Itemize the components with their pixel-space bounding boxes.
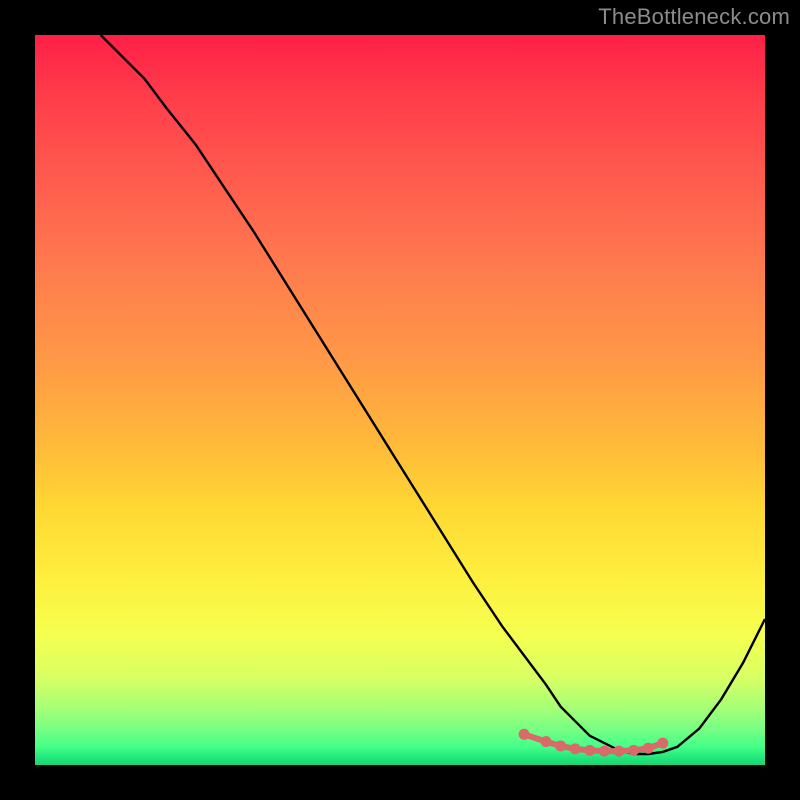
bottleneck-curve [101,35,765,754]
plot-area [35,35,765,765]
marker-dot [643,743,654,754]
marker-dot [519,729,530,740]
marker-dot [628,745,639,756]
marker-group [519,729,669,757]
curve-layer [35,35,765,765]
marker-dot [570,743,581,754]
marker-dot [657,738,668,749]
marker-dot [541,736,552,747]
marker-dot [555,741,566,752]
chart-frame: TheBottleneck.com [0,0,800,800]
watermark-text: TheBottleneck.com [598,4,790,30]
marker-dot [614,746,625,757]
marker-dot [599,746,610,757]
marker-dot [584,745,595,756]
